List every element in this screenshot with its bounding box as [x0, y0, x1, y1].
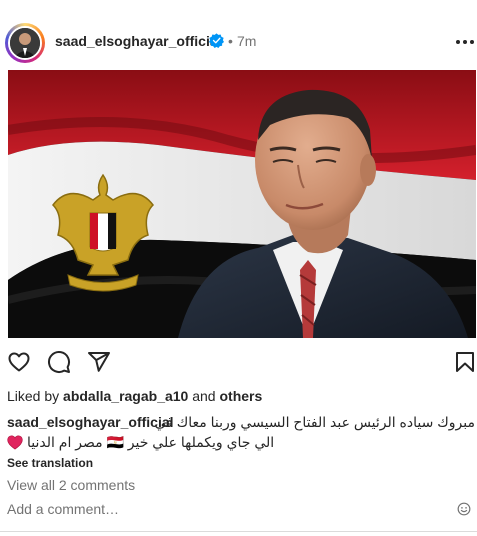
see-translation-link[interactable]: See translation [7, 456, 93, 470]
liked-and: and [192, 388, 216, 404]
caption-line-2: الي جاي ويكملها علي خير 🇪🇬 مصر ام الدنيا [7, 432, 475, 452]
divider [0, 531, 477, 532]
avatar-image [8, 26, 42, 60]
caption-text-line-1: مبروك سياده الرئيس عبد الفتاح السيسي ورب… [154, 414, 475, 430]
liked-prefix: Liked by [7, 388, 60, 404]
view-comments-link[interactable]: View all 2 comments [7, 477, 135, 493]
avatar[interactable] [5, 23, 45, 63]
bookmark-icon[interactable] [453, 350, 477, 374]
paper-plane-icon[interactable] [87, 350, 111, 374]
post-action-bar [0, 346, 477, 378]
instagram-post-card: saad_elsoghayar_official • 7m Liked by a… [0, 0, 477, 536]
verified-badge-icon [209, 33, 224, 48]
post-username[interactable]: saad_elsoghayar_official [55, 33, 222, 49]
smiley-icon[interactable] [457, 502, 471, 516]
liked-by-user-link[interactable]: abdalla_ragab_a10 [63, 388, 188, 404]
post-timestamp[interactable]: 7m [237, 33, 256, 49]
post-image[interactable] [8, 70, 476, 338]
heart-icon[interactable] [7, 350, 31, 374]
comment-icon[interactable] [47, 350, 71, 374]
red-heart-emoji-icon [7, 435, 23, 450]
caption-text-line-2: الي جاي ويكملها علي خير 🇪🇬 مصر ام الدنيا [27, 434, 275, 450]
post-header: saad_elsoghayar_official • 7m [0, 17, 477, 67]
more-options-icon[interactable] [455, 39, 475, 45]
caption-username[interactable]: saad_elsoghayar_official [7, 412, 174, 432]
likes-summary: Liked by abdalla_ragab_a10 and others [7, 388, 262, 404]
separator-dot: • [228, 33, 233, 49]
liked-others-link[interactable]: others [219, 388, 262, 404]
post-photo [8, 70, 476, 338]
add-comment-input[interactable]: Add a comment… [7, 501, 119, 517]
